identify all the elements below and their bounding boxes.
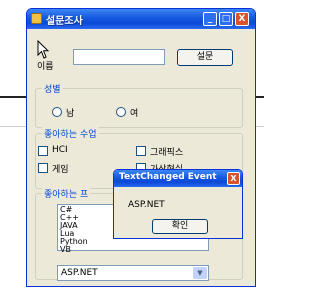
list-item[interactable]: VB (60, 246, 206, 254)
message-box-close-button[interactable]: X (227, 172, 240, 185)
name-input[interactable] (73, 49, 165, 65)
gender-group: 성별 남 여 (35, 82, 243, 128)
message-box-title: TextChanged Event (119, 172, 217, 182)
list-item[interactable]: Python (60, 238, 206, 246)
radio-male-label: 남 (66, 109, 75, 119)
language-group-title: 좋아하는 프 (42, 187, 91, 200)
checkbox-hci-label: HCI (52, 145, 68, 155)
window-title: 설문조사 (46, 16, 83, 27)
checkbox-hci[interactable] (38, 146, 48, 156)
name-label: 이름 (37, 62, 54, 72)
language-combobox[interactable]: ASP.NET ▼ (57, 265, 209, 281)
window-titlebar[interactable]: 설문조사 _ □ X (27, 9, 255, 29)
gender-group-title: 성별 (42, 82, 63, 95)
chevron-down-icon[interactable]: ▼ (193, 267, 207, 279)
course-group-title: 좋아하는 수업 (42, 127, 99, 140)
checkbox-game-label: 게임 (52, 165, 69, 175)
app-icon (31, 13, 42, 24)
survey-window: 설문조사 _ □ X 이름 설문 성별 남 여 좋아하는 수업 HCI 그래픽스… (26, 8, 256, 287)
radio-male[interactable] (52, 107, 62, 117)
mouse-cursor-icon (37, 40, 50, 59)
checkbox-graphics-label: 그래픽스 (150, 148, 184, 158)
checkbox-graphics[interactable] (136, 146, 146, 156)
combobox-value: ASP.NET (61, 268, 98, 278)
message-box: TextChanged Event X ASP.NET 확인 (113, 169, 243, 239)
close-button[interactable]: X (235, 12, 249, 26)
ok-button[interactable]: 확인 (152, 219, 208, 234)
submit-button[interactable]: 설문 (177, 49, 233, 66)
radio-female-label: 여 (130, 109, 139, 119)
message-text: ASP.NET (128, 200, 165, 210)
maximize-button[interactable]: □ (219, 12, 233, 26)
radio-female[interactable] (116, 107, 126, 117)
message-box-titlebar[interactable]: TextChanged Event X (114, 170, 242, 187)
minimize-button[interactable]: _ (203, 12, 217, 26)
checkbox-game[interactable] (38, 163, 48, 173)
